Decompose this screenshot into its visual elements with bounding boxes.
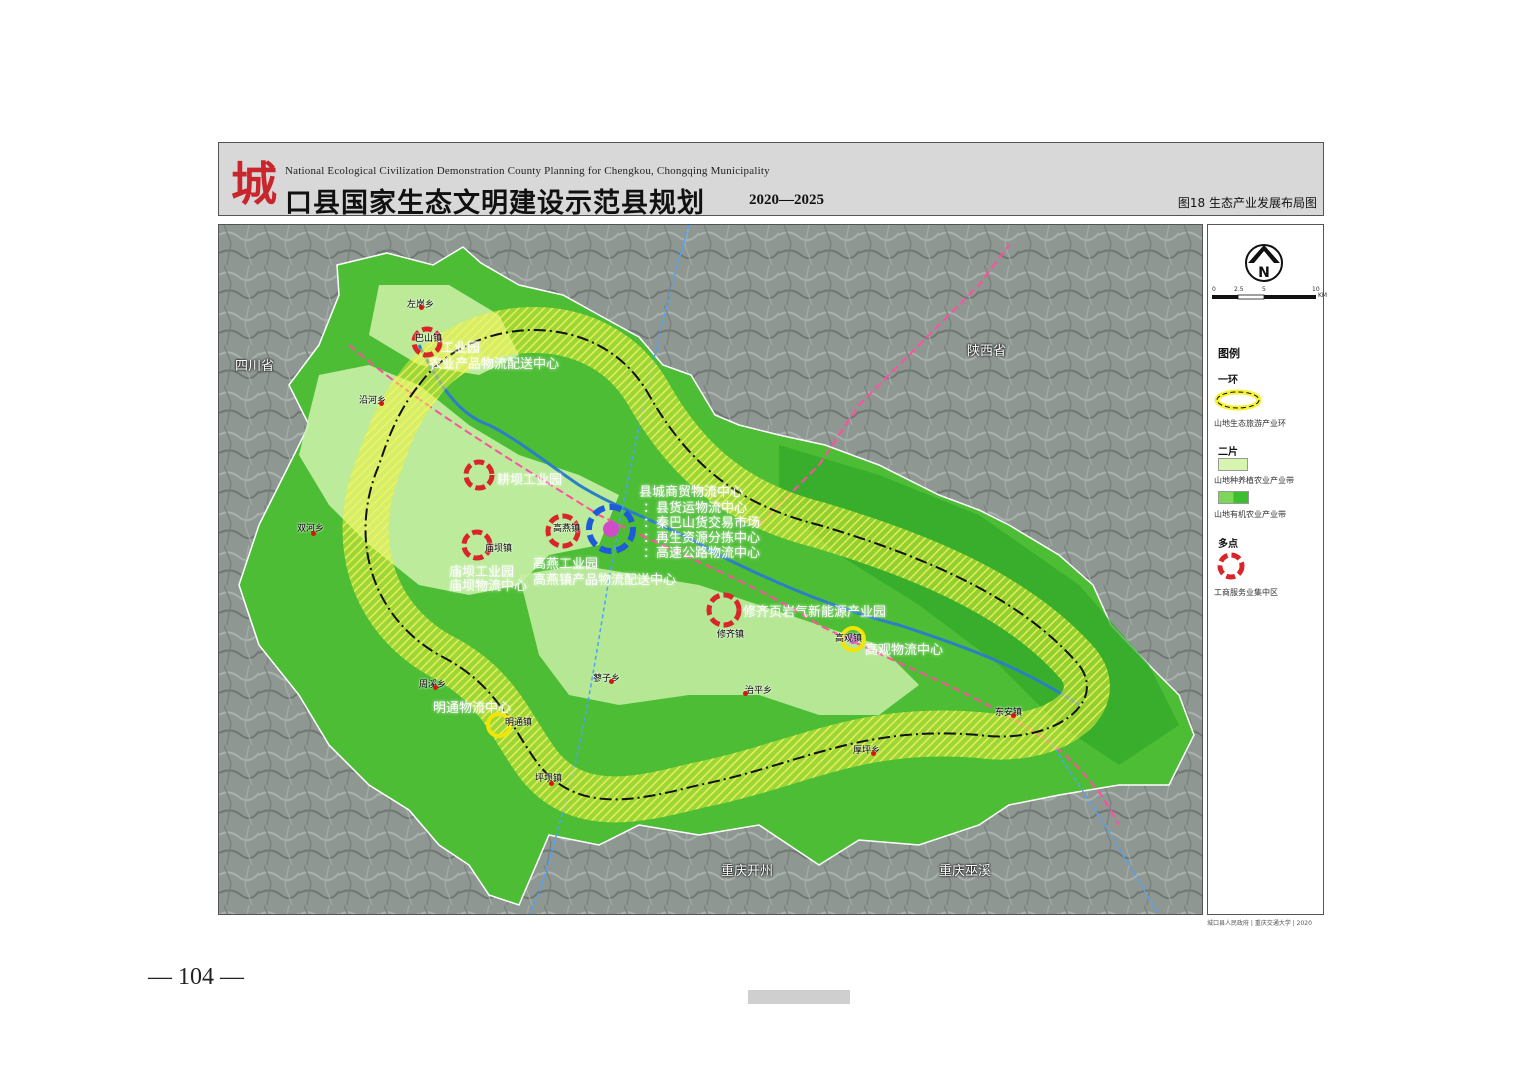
figure-title: 图18 生态产业发展布局图 <box>1177 196 1317 210</box>
label-gengba-park: 耕坝工业园 <box>497 473 563 488</box>
point-swatch-icon <box>1217 552 1245 580</box>
town-dot <box>871 751 876 756</box>
map-canvas <box>219 225 1202 914</box>
scale-unit: KM <box>1318 292 1328 299</box>
scale-tick: 5 <box>1262 286 1266 293</box>
label-north-logistics: 农业产品物流配送中心 <box>429 357 560 372</box>
legend-zone-head: 二片 <box>1218 447 1238 458</box>
town-dot <box>419 305 424 310</box>
legend-zone1-label: 山地种养植农业产业带 <box>1214 476 1294 485</box>
town-label: 厚坪乡 <box>853 746 881 756</box>
legend-point-head: 多点 <box>1218 539 1238 550</box>
town-dot <box>743 691 748 696</box>
town-dot <box>379 401 384 406</box>
town-label: 治平乡 <box>745 686 773 696</box>
label-gaoyan-logistics: 高燕镇产品物流配送中心 <box>533 573 677 588</box>
town-label: 巴山镇 <box>415 334 443 344</box>
legend-title: 图例 <box>1218 347 1240 360</box>
town-label: 明通镇 <box>505 718 533 728</box>
region-sichuan: 四川省 <box>235 359 275 374</box>
label-county-4: ：高速公路物流中心 <box>643 546 761 561</box>
town-label: 蓼子乡 <box>593 674 621 684</box>
region-shaanxi: 陕西省 <box>967 344 1007 359</box>
legend-ring-head: 一环 <box>1218 375 1238 386</box>
zone-light-swatch <box>1218 458 1248 471</box>
town-label: 高观镇 <box>835 634 863 644</box>
region-wuxi: 重庆巫溪 <box>939 864 992 879</box>
scale-bar <box>1212 294 1316 300</box>
region-kaizhou: 重庆开州 <box>721 864 774 879</box>
town-dot <box>609 679 614 684</box>
title-banner: 城 National Ecological Civilization Demon… <box>218 142 1324 219</box>
legend-point-label: 工商服务业集中区 <box>1214 588 1278 597</box>
label-xiuqi-park: 修齐页岩气新能源产业园 <box>743 605 887 620</box>
legend-zone2-label: 山地有机农业产业带 <box>1214 510 1286 519</box>
gray-bar <box>748 990 850 1004</box>
zone-green-swatch-a <box>1218 491 1234 504</box>
legend-panel: N 0 2.5 5 10 KM 图例 一环 山地生态旅游产业环 二片 山地种养植… <box>1207 224 1328 915</box>
ring-swatch-icon <box>1214 389 1262 411</box>
town-dot <box>433 685 438 690</box>
town-label: 修齐镇 <box>717 630 745 640</box>
town-dot <box>549 781 554 786</box>
map-panel[interactable]: 四川省 陕西省 重庆开州 重庆巫溪 工业园 农业产品物流配送中心 耕坝工业园 县… <box>218 224 1203 915</box>
label-mingtong-logistics: 明通物流中心 <box>433 701 512 716</box>
zone-green-swatch-b <box>1233 491 1249 504</box>
legend-ring-label: 山地生态旅游产业环 <box>1214 419 1286 428</box>
scale-tick: 2.5 <box>1234 286 1244 293</box>
plan-years: 2020—2025 <box>749 192 824 208</box>
north-arrow-icon: N <box>1245 244 1283 282</box>
svg-text:N: N <box>1258 265 1270 281</box>
center-county-inner <box>603 521 619 537</box>
scale-tick: 0 <box>1212 286 1216 293</box>
town-dot <box>311 531 316 536</box>
logo-char: 城 <box>231 157 277 211</box>
chinese-title: 口县国家生态文明建设示范县规划 <box>285 188 705 219</box>
compass-and-scale: N <box>1212 244 1316 300</box>
label-gaoguan-logistics: 高观物流中心 <box>865 643 944 658</box>
town-label: 高燕镇 <box>553 524 581 534</box>
label-miaoba-logistics: 庙坝物流中心 <box>449 579 528 594</box>
town-label: 东安镇 <box>995 708 1023 718</box>
town-dot <box>1011 713 1016 718</box>
town-label: 庙坝镇 <box>485 544 513 554</box>
page-number: — 104 — <box>148 964 244 990</box>
map-credit: 城口县人民政府 | 重庆交通大学 | 2020 <box>1207 920 1312 927</box>
english-title: National Ecological Civilization Demonst… <box>285 165 770 177</box>
